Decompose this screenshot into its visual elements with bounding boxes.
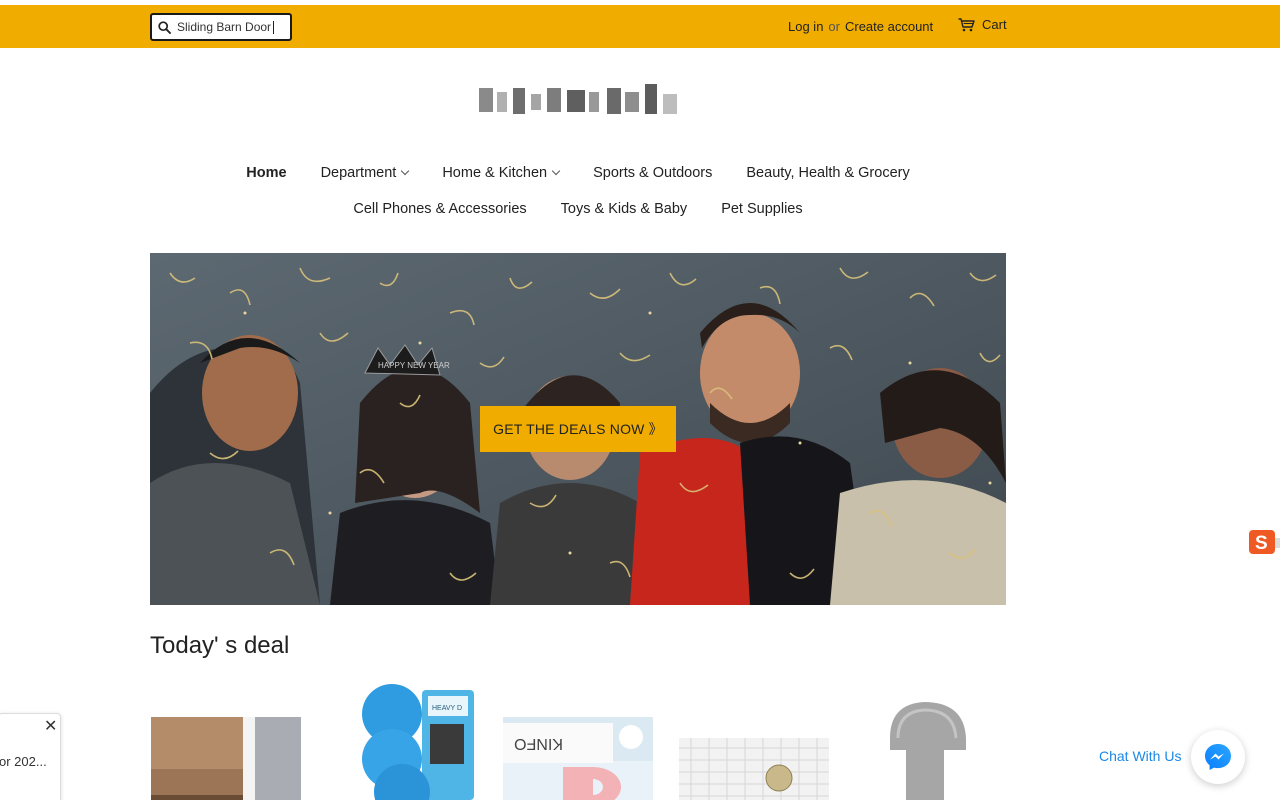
- nav-label: Sports & Outdoors: [593, 165, 713, 181]
- messenger-icon: [1205, 744, 1231, 770]
- svg-text:S: S: [1255, 533, 1268, 554]
- gray-hook-image: [884, 698, 972, 800]
- nav-home[interactable]: Home: [246, 165, 286, 181]
- recent-purchase-popup[interactable]: ✕ or 202...: [0, 713, 61, 800]
- chevron-down-icon: [401, 166, 410, 176]
- nav-label: Toys & Kids & Baby: [560, 201, 688, 217]
- chevron-down-icon: [551, 166, 561, 176]
- crown-text: HAPPY NEW YEAR: [378, 361, 450, 370]
- or-text: or: [828, 19, 840, 34]
- text-caret: [273, 20, 275, 34]
- nav-label: Home & Kitchen: [442, 165, 548, 181]
- nav-home-kitchen[interactable]: Home & Kitchen: [442, 165, 561, 181]
- product-card-1[interactable]: [151, 717, 301, 800]
- messenger-chat-button[interactable]: [1191, 730, 1245, 784]
- nav-sports-outdoors[interactable]: Sports & Outdoors: [593, 165, 712, 181]
- product-card-3[interactable]: KINFO: [503, 717, 653, 800]
- nav-cell-phones[interactable]: Cell Phones & Accessories: [353, 201, 526, 217]
- login-link[interactable]: Log in: [788, 19, 823, 34]
- nav-beauty-health-grocery[interactable]: Beauty, Health & Grocery: [746, 165, 909, 181]
- nav-label: Beauty, Health & Grocery: [746, 165, 910, 181]
- store-logo[interactable]: [479, 84, 681, 116]
- product-card-5[interactable]: [884, 698, 972, 800]
- product-card-2[interactable]: HEAVY D: [352, 684, 478, 800]
- nav-department[interactable]: Department: [320, 165, 410, 181]
- create-account-link[interactable]: Create account: [845, 19, 933, 34]
- nav-label: Home: [246, 165, 287, 181]
- hero-banner[interactable]: HAPPY NEW YEAR GET THE DEALS NOW 》: [150, 253, 1006, 605]
- cart-link[interactable]: Cart: [958, 17, 1007, 32]
- pink-tape-image: KINFO: [503, 717, 653, 800]
- todays-deal-heading: Today' s deal: [150, 632, 290, 659]
- pads-label: HEAVY D: [432, 705, 462, 712]
- chat-with-us-label[interactable]: Chat With Us: [1099, 748, 1181, 764]
- product-card-4[interactable]: [679, 738, 829, 800]
- tape-label: KINFO: [514, 735, 563, 752]
- get-deals-button[interactable]: GET THE DEALS NOW 》: [480, 406, 676, 452]
- coin-grid-image: [679, 738, 829, 800]
- search-icon: [158, 20, 171, 34]
- sogou-s-icon[interactable]: S: [1249, 530, 1280, 554]
- account-links: Log in or Create account: [788, 19, 933, 34]
- nav-label: Cell Phones & Accessories: [353, 201, 527, 217]
- wood-door-stop-image: [151, 717, 301, 800]
- main-nav-row-2: Cell Phones & Accessories Toys & Kids & …: [0, 201, 1156, 217]
- search-input[interactable]: Sliding Barn Door: [177, 20, 271, 34]
- nav-pet-supplies[interactable]: Pet Supplies: [721, 201, 802, 217]
- cart-icon: [958, 17, 975, 31]
- nav-label: Department: [320, 165, 397, 181]
- cart-label: Cart: [982, 17, 1007, 32]
- top-bar: Sliding Barn Door Log in or Create account…: [0, 5, 1280, 48]
- close-icon[interactable]: ✕: [44, 716, 57, 736]
- main-nav-row-1: Home Department Home & Kitchen Sports & …: [0, 165, 1156, 181]
- nav-toys-kids-baby[interactable]: Toys & Kids & Baby: [561, 201, 688, 217]
- nav-label: Pet Supplies: [721, 201, 803, 217]
- popup-text: or 202...: [0, 754, 47, 769]
- search-box[interactable]: Sliding Barn Door: [150, 13, 292, 41]
- blue-pads-image: HEAVY D: [352, 684, 478, 800]
